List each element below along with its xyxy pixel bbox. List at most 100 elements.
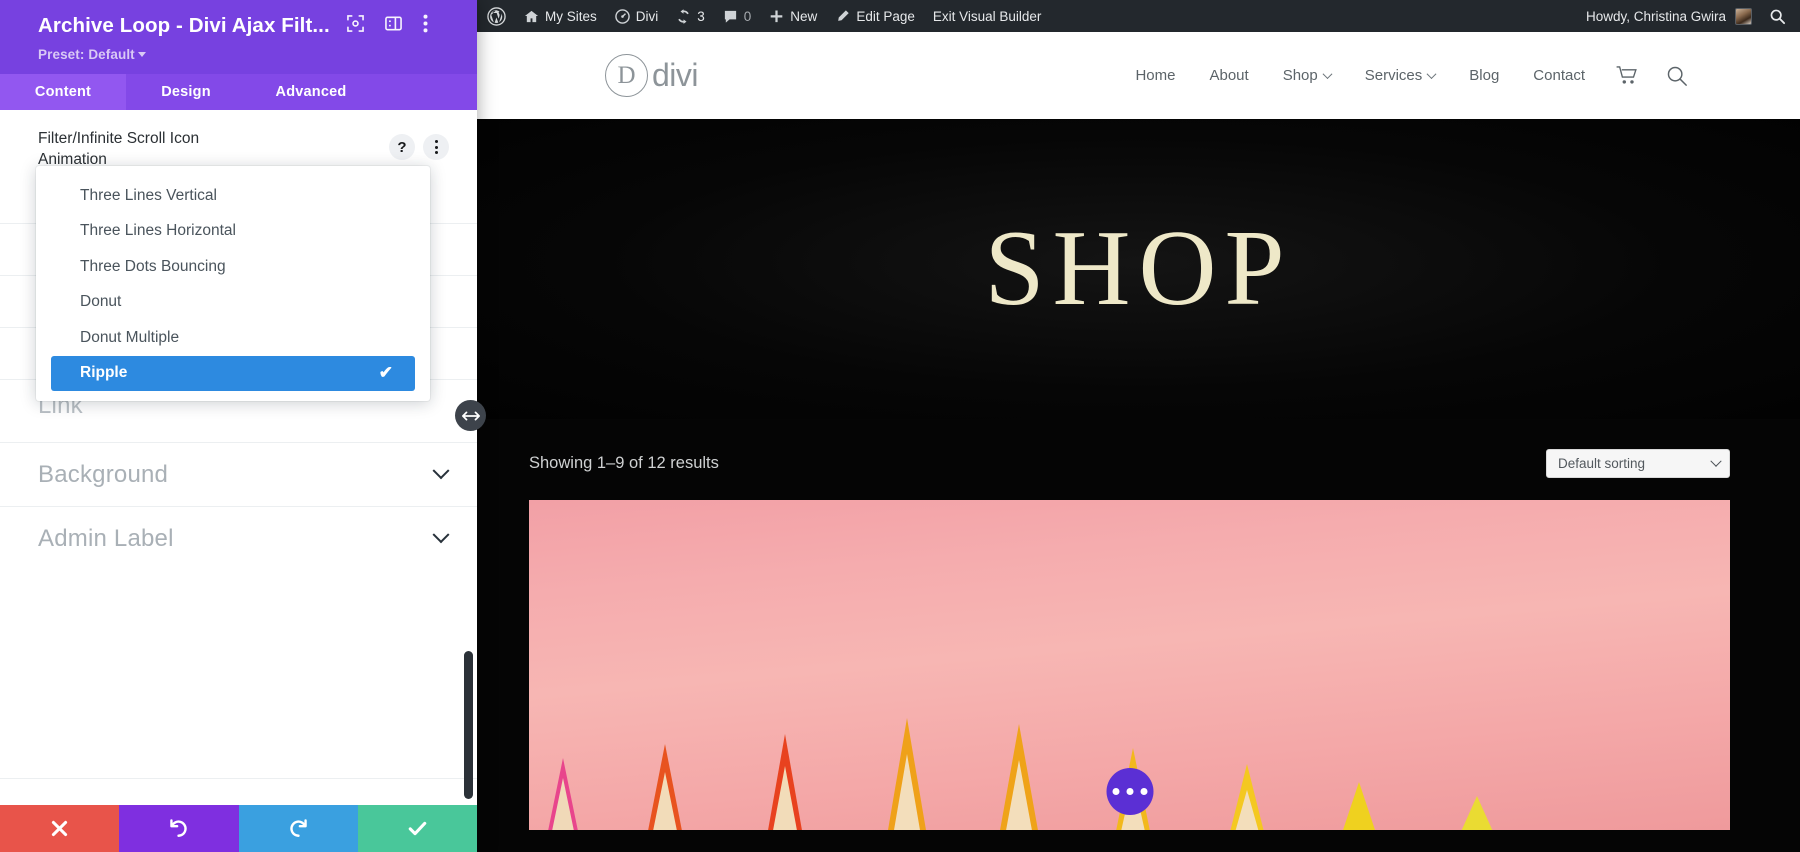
nav-label: Shop	[1282, 67, 1318, 84]
field-options-kebab-icon[interactable]	[423, 134, 449, 160]
panel-preset-label: Preset: Default	[38, 47, 135, 62]
help-icon[interactable]: ?	[389, 134, 415, 160]
adminbar-new-label: New	[790, 8, 818, 24]
logo-letter: D	[605, 54, 648, 97]
site-search-button[interactable]	[1652, 65, 1702, 87]
panel-tabs: Content Design Advanced	[0, 74, 477, 110]
dropdown-option-ripple[interactable]: Ripple ✔	[51, 355, 415, 391]
search-icon	[1770, 9, 1786, 24]
panel-help-block: ? Help Archive Loop - Divi Ajax Filter b…	[0, 778, 477, 805]
nav-label: Home	[1135, 67, 1176, 84]
save-button[interactable]	[357, 805, 477, 852]
field-header: Filter/Infinite Scroll Icon Animation ?	[0, 110, 477, 171]
chevron-down-icon	[432, 461, 450, 479]
adminbar-divi-label: Divi	[635, 8, 659, 24]
dropdown-option-donut[interactable]: Donut	[51, 285, 415, 321]
nav-item-contact[interactable]: Contact	[1516, 67, 1602, 84]
sites-icon	[524, 10, 539, 22]
panel-footer	[0, 805, 477, 852]
check-icon	[408, 821, 427, 836]
adminbar-updates[interactable]: 3	[667, 0, 714, 32]
adminbar-account[interactable]: Howdy, Christina Gwira	[1577, 7, 1763, 25]
redo-button[interactable]	[238, 805, 358, 852]
dropdown-option-three-dots-bouncing[interactable]: Three Dots Bouncing	[51, 249, 415, 285]
dropdown-option-three-lines-horizontal[interactable]: Three Lines Horizontal	[51, 214, 415, 250]
loader-dot	[1126, 788, 1133, 795]
divi-icon	[615, 8, 630, 24]
kebab-icon[interactable]	[423, 14, 428, 38]
adminbar-new[interactable]: New	[760, 0, 826, 32]
section-admin-label[interactable]: Admin Label	[0, 506, 477, 570]
panel-header-actions	[346, 14, 428, 38]
module-settings-panel: Archive Loop - Divi Ajax Filt... Preset:…	[0, 0, 477, 852]
nav-item-shop[interactable]: Shop	[1266, 67, 1348, 84]
ajax-loading-indicator	[1106, 768, 1153, 815]
shop-hero: SHOP	[477, 119, 1800, 419]
adminbar-my-sites-label: My Sites	[545, 8, 597, 24]
main-navigation: Home About Shop Services Blog Contact	[1118, 65, 1800, 87]
nav-item-about[interactable]: About	[1192, 67, 1265, 84]
nav-item-home[interactable]: Home	[1118, 67, 1192, 84]
check-icon: ✔	[378, 363, 393, 383]
sorting-select[interactable]: Default sorting	[1546, 449, 1730, 478]
caret-down-icon	[137, 52, 146, 57]
adminbar-exit-visual-builder[interactable]: Exit Visual Builder	[924, 0, 1051, 32]
tab-content[interactable]: Content	[0, 74, 126, 110]
product-image[interactable]	[529, 500, 1730, 830]
tab-design[interactable]: Design	[126, 74, 246, 110]
adminbar-divi[interactable]: Divi	[606, 0, 668, 32]
nav-label: Services	[1364, 67, 1423, 84]
cart-icon	[1616, 66, 1637, 84]
option-label: Three Dots Bouncing	[80, 257, 226, 275]
panel-resize-handle[interactable]	[455, 400, 486, 431]
chevron-down-icon	[1710, 455, 1722, 467]
pencils-illustration	[548, 718, 1493, 830]
adminbar-edit-page[interactable]: Edit Page	[826, 0, 924, 32]
pencil-icon	[838, 9, 849, 21]
adminbar-search-button[interactable]	[1763, 8, 1800, 25]
nav-item-services[interactable]: Services	[1348, 67, 1453, 84]
adminbar-my-sites[interactable]: My Sites	[515, 0, 606, 32]
panel-header: Archive Loop - Divi Ajax Filt... Preset:…	[0, 0, 477, 74]
adminbar-updates-count: 3	[697, 8, 705, 24]
panel-scrollbar[interactable]	[464, 651, 473, 799]
panel-preset[interactable]: Preset: Default	[38, 47, 459, 62]
adminbar-wordpress-logo[interactable]	[477, 0, 515, 32]
adminbar-exit-label: Exit Visual Builder	[932, 8, 1042, 24]
tab-advanced[interactable]: Advanced	[246, 74, 376, 110]
close-icon	[52, 820, 68, 837]
site-logo[interactable]: D divi	[605, 54, 699, 97]
loader-dot	[1140, 788, 1147, 795]
comments-icon	[724, 10, 736, 23]
discard-button[interactable]	[0, 805, 120, 852]
search-icon	[1667, 66, 1687, 86]
nav-label: Blog	[1469, 67, 1500, 84]
shop-toolbar: Showing 1–9 of 12 results Default sortin…	[477, 419, 1800, 478]
section-title: Background	[38, 460, 169, 488]
adminbar-edit-page-label: Edit Page	[856, 8, 915, 24]
panel-title: Archive Loop - Divi Ajax Filt...	[38, 14, 330, 37]
option-label: Ripple	[80, 364, 128, 382]
adminbar-comments-count: 0	[743, 8, 752, 24]
fullscreen-icon[interactable]	[346, 15, 364, 37]
page-title: SHOP	[984, 209, 1293, 328]
adminbar-howdy-label: Howdy, Christina Gwira	[1585, 8, 1726, 24]
nav-item-blog[interactable]: Blog	[1452, 67, 1516, 84]
adminbar-comments[interactable]: 0	[714, 0, 761, 32]
wordpress-logo-icon	[487, 6, 506, 26]
cart-button[interactable]	[1602, 66, 1652, 85]
nav-label: Contact	[1533, 67, 1585, 84]
nav-label: About	[1209, 67, 1249, 84]
section-background[interactable]: Background	[0, 442, 477, 506]
site-header: D divi Home About Shop Services Blog Con…	[477, 32, 1800, 119]
dropdown-option-three-lines-vertical[interactable]: Three Lines Vertical	[51, 178, 415, 214]
resize-horizontal-icon	[461, 411, 480, 420]
wp-admin-bar: My Sites Divi 3 0 New Edit Page Exit Vis…	[477, 0, 1800, 32]
logo-text: divi	[652, 57, 699, 93]
undo-button[interactable]	[119, 805, 239, 852]
chevron-down-icon	[432, 525, 450, 543]
dropdown-option-donut-multiple[interactable]: Donut Multiple	[51, 320, 415, 356]
sorting-select-value: Default sorting	[1558, 456, 1646, 471]
layout-icon[interactable]	[384, 15, 402, 37]
option-label: Three Lines Horizontal	[80, 222, 236, 240]
